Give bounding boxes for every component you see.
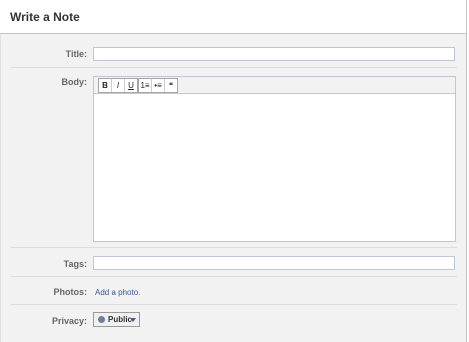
title-input[interactable] xyxy=(93,47,455,61)
bulleted-list-icon[interactable]: •≡ xyxy=(152,79,165,92)
body-editor[interactable]: B I U 1≡ •≡ ❝ xyxy=(93,76,456,242)
list-group: 1≡ •≡ ❝ xyxy=(138,78,178,93)
title-label: Title: xyxy=(65,49,87,59)
divider xyxy=(11,247,457,248)
globe-icon xyxy=(98,316,105,323)
chevron-down-icon xyxy=(130,318,136,322)
format-group: B I U xyxy=(98,78,138,93)
page-title: Write a Note xyxy=(10,10,80,24)
note-form: Title: Body: B I U 1≡ •≡ ❝ Tags: Photos:… xyxy=(0,33,467,342)
dialog-header: Write a Note xyxy=(0,0,467,33)
quote-icon[interactable]: ❝ xyxy=(165,79,177,92)
body-textarea[interactable] xyxy=(94,94,455,241)
photos-label: Photos: xyxy=(53,287,88,297)
numbered-list-icon[interactable]: 1≡ xyxy=(139,79,152,92)
divider xyxy=(11,67,457,68)
editor-toolbar: B I U 1≡ •≡ ❝ xyxy=(94,77,455,94)
bold-button[interactable]: B xyxy=(99,79,112,92)
divider xyxy=(11,304,457,305)
privacy-value: Public xyxy=(108,315,133,324)
tags-label: Tags: xyxy=(63,259,87,269)
divider xyxy=(11,276,457,277)
add-photo-link[interactable]: Add a photo. xyxy=(95,288,140,297)
underline-button[interactable]: U xyxy=(125,79,137,92)
tags-input[interactable] xyxy=(93,256,455,270)
privacy-selector[interactable]: Public xyxy=(93,312,140,327)
italic-button[interactable]: I xyxy=(112,79,125,92)
privacy-label: Privacy: xyxy=(51,316,87,326)
body-label: Body: xyxy=(61,77,88,87)
